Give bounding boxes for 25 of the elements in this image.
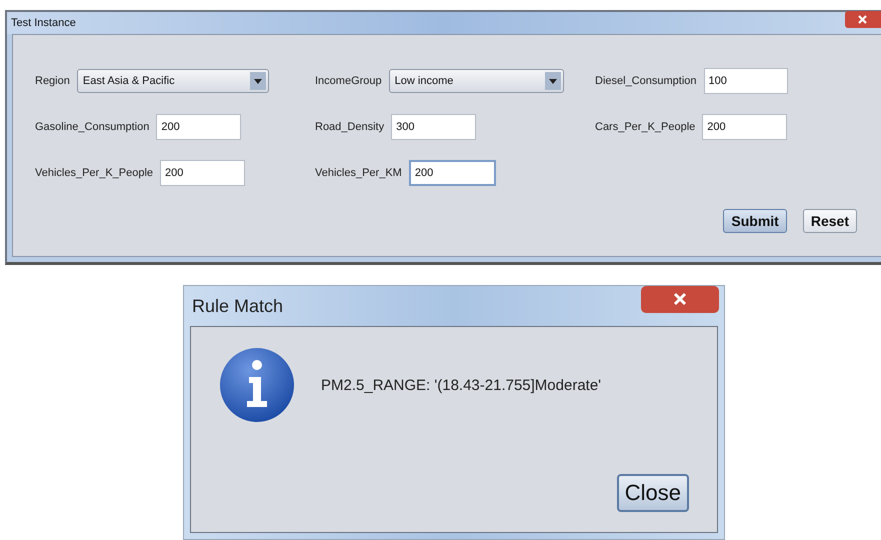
field-label: Diesel_Consumption (595, 75, 696, 87)
close-icon[interactable] (640, 286, 720, 314)
field-label: Gasoline_Consumption (35, 121, 150, 133)
field-label: IncomeGroup (315, 75, 382, 87)
dropdown[interactable]: East Asia & Pacific (76, 69, 269, 93)
field-label: Region (35, 75, 70, 87)
input-field[interactable]: 200 (702, 114, 788, 140)
input-field[interactable]: 200 (160, 160, 246, 186)
dropdown[interactable]: Low income (388, 69, 564, 93)
form-button[interactable]: Submit (723, 209, 787, 233)
field-label: Vehicles_Per_K_People (35, 167, 154, 179)
form-button[interactable]: Reset (802, 209, 857, 233)
close-button[interactable]: Close (616, 474, 689, 512)
field-label: Cars_Per_K_People (595, 121, 696, 133)
close-icon[interactable] (845, 11, 881, 29)
window-title: Test Instance (10, 16, 76, 29)
info-icon (219, 347, 295, 423)
input-field[interactable]: 200 (408, 160, 496, 186)
input-field[interactable]: 300 (391, 114, 476, 140)
dialog-message: PM2.5_RANGE: '(18.43-21.755]Moderate' (321, 376, 602, 394)
dialog-title: Rule Match (191, 295, 284, 317)
input-field[interactable]: 100 (704, 68, 788, 94)
field-label: Vehicles_Per_KM (315, 167, 402, 179)
field-label: Road_Density (315, 121, 384, 133)
input-field[interactable]: 200 (156, 114, 242, 140)
